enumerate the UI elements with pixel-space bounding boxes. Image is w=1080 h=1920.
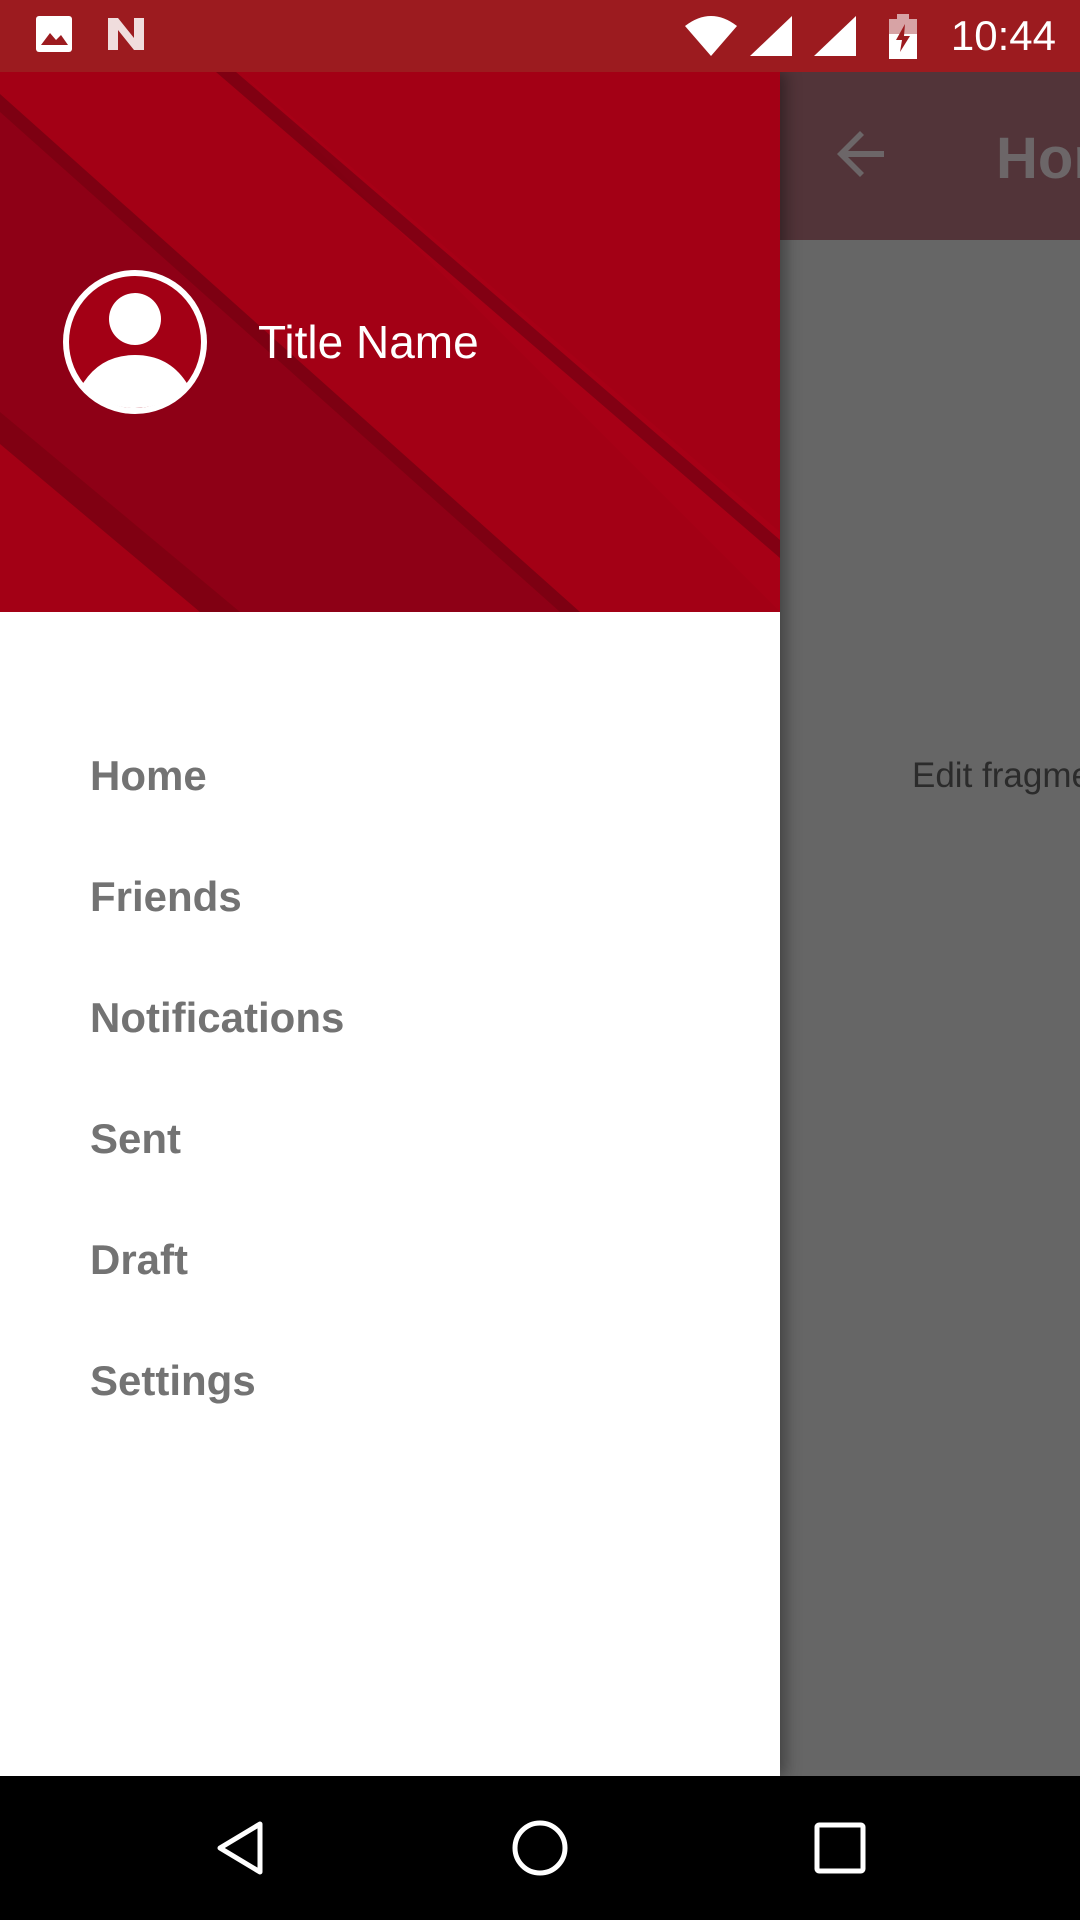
image-icon — [36, 16, 72, 52]
account-circle-icon[interactable] — [60, 267, 210, 417]
app-bar-title: Hor — [996, 126, 1080, 191]
status-bar: 10:44 — [0, 0, 1080, 72]
status-time: 10:44 — [950, 12, 1056, 59]
menu-item-label: Sent — [90, 1115, 182, 1162]
menu-item-sent[interactable]: Sent — [0, 1084, 780, 1194]
menu-item-label: Notifications — [90, 994, 345, 1041]
menu-item-label: Home — [90, 752, 207, 799]
menu-item-label: Friends — [90, 873, 242, 920]
menu-item-draft[interactable]: Draft — [0, 1205, 780, 1315]
back-icon[interactable] — [210, 1818, 270, 1878]
signal-icon — [814, 16, 856, 56]
system-nav-bar — [0, 1776, 1080, 1920]
signal-icon — [750, 16, 792, 56]
menu-item-notifications[interactable]: Notifications — [0, 963, 780, 1073]
drawer-header: Title Name — [0, 72, 780, 612]
menu-item-home[interactable]: Home — [0, 721, 780, 831]
recents-icon[interactable] — [810, 1818, 870, 1878]
menu-item-friends[interactable]: Friends — [0, 842, 780, 952]
home-icon[interactable] — [510, 1818, 570, 1878]
menu-item-label: Draft — [90, 1236, 189, 1283]
battery-charging-icon — [889, 14, 917, 59]
wifi-icon — [685, 16, 737, 56]
navigation-drawer: Title Name Home Friends Notifications Se… — [0, 72, 780, 1776]
n-logo-icon — [108, 18, 144, 50]
arrow-back-icon[interactable] — [836, 128, 888, 180]
menu-item-settings[interactable]: Settings — [0, 1326, 780, 1436]
content-text: Edit fragme — [912, 756, 1080, 795]
header-title-name: Title Name — [258, 316, 479, 368]
menu-item-label: Settings — [90, 1357, 256, 1404]
